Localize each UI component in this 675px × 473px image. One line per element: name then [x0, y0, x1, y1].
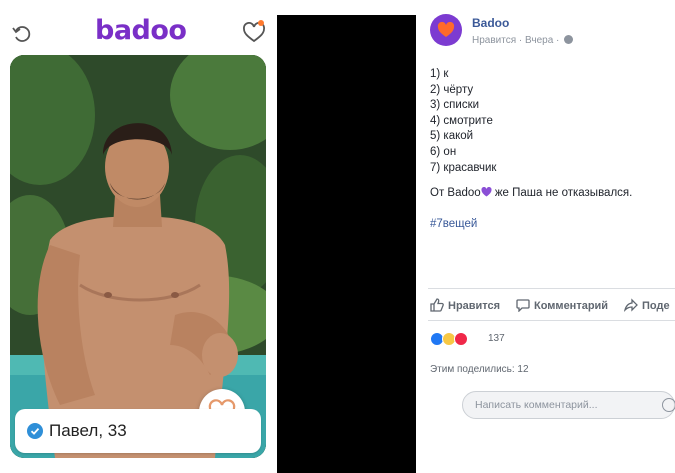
meta-separator-2: · [556, 35, 563, 46]
thumbs-up-icon [430, 298, 444, 312]
globe-icon [564, 35, 574, 44]
purple-heart-icon [481, 187, 492, 197]
share-action-button[interactable]: Поде [623, 298, 670, 313]
post-line: 5) какой [430, 130, 474, 143]
post-line: 1) к [430, 68, 449, 80]
post-meta: Нравится · Вчера · [472, 35, 574, 46]
badoo-app-screen: badoo Павел, 33 [0, 0, 277, 473]
post-line: 6) он [430, 145, 457, 158]
love-reaction-icon [454, 332, 468, 346]
facebook-post: Badoo Нравится · Вчера · 1) к 2) чёрту 3… [416, 0, 675, 473]
post-line: 4) смотрите [430, 114, 493, 127]
profile-name-bar[interactable]: Павел, 33 [15, 409, 261, 453]
page-avatar[interactable] [430, 14, 462, 46]
like-action-label: Нравится [448, 300, 501, 312]
post-closing-line: От Badoo же Паша не отказывался. [430, 187, 632, 199]
comment-box[interactable] [462, 391, 675, 419]
black-divider [277, 15, 416, 473]
back-arrow-icon[interactable] [10, 22, 32, 44]
shares-count-link[interactable]: Этим поделились: 12 [430, 364, 529, 375]
badoo-header: badoo [0, 0, 277, 52]
emoji-icon[interactable] [662, 398, 675, 412]
page-name-link[interactable]: Badoo [472, 16, 509, 30]
screenshot-root: badoo Павел, 33 Badoo Нравится · Вчера ·… [0, 0, 675, 473]
post-action-bar: Нравится Комментарий Поде [428, 296, 675, 316]
closing-text-start: От Badoo [430, 187, 481, 199]
post-line: 3) списки [430, 99, 480, 112]
comment-icon [516, 299, 530, 313]
badoo-logo: badoo [95, 15, 187, 46]
divider [428, 288, 675, 289]
share-icon [623, 298, 638, 313]
post-line: 2) чёрту [430, 83, 474, 96]
post-time[interactable]: Вчера [525, 35, 553, 46]
comment-action-label: Комментарий [534, 300, 609, 312]
notification-dot [258, 20, 264, 26]
post-body: 1) к 2) чёрту 3) списки 4) смотрите 5) к… [430, 67, 496, 176]
like-action-button[interactable]: Нравится [430, 298, 500, 312]
share-action-label: Поде [642, 300, 670, 312]
comment-action-button[interactable]: Комментарий [516, 298, 609, 313]
divider [428, 320, 675, 321]
hashtag-link[interactable]: #7вещей [430, 218, 477, 230]
comment-input[interactable] [475, 399, 655, 411]
heart-icon [437, 22, 455, 37]
verified-check-icon [27, 423, 43, 439]
closing-text-end: же Паша не отказывался. [491, 187, 633, 199]
profile-name: Павел, 33 [49, 421, 127, 440]
meta-like-link[interactable]: Нравится [472, 35, 516, 46]
reaction-count: 137 [488, 333, 505, 344]
post-line: 7) красавчик [430, 161, 497, 174]
